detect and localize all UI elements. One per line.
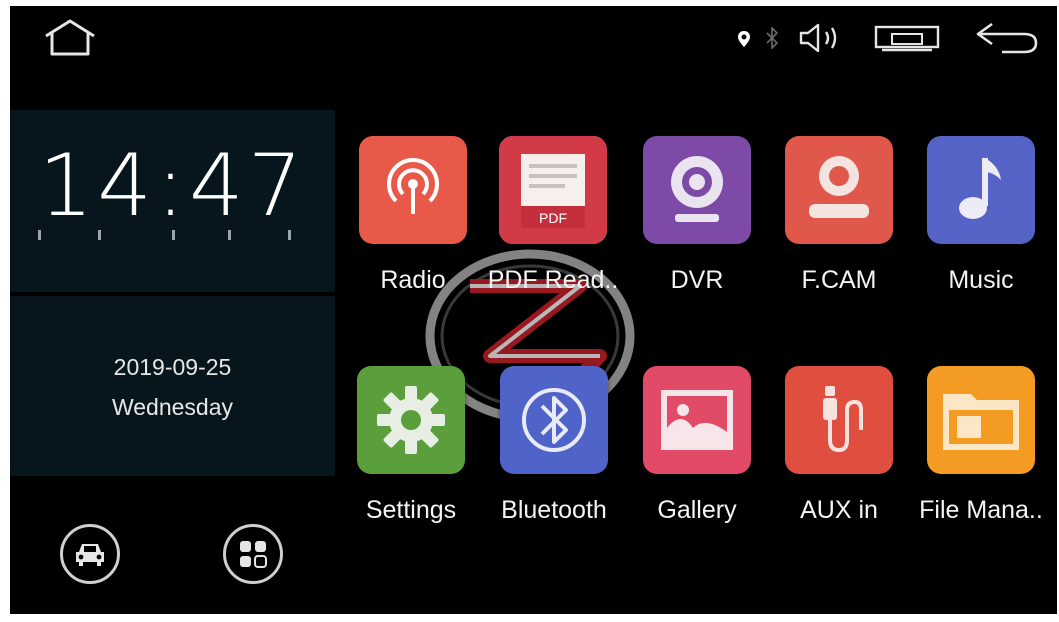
clock-widget[interactable]: 14:47 [10, 110, 335, 292]
home-icon[interactable] [42, 18, 98, 58]
bluetooth-tile[interactable] [500, 366, 608, 474]
pdf-icon: PDF [499, 136, 607, 244]
app-label: Gallery [657, 496, 737, 524]
music-tile[interactable] [927, 136, 1035, 244]
music-note-icon [927, 136, 1035, 244]
app-label: File Mana.. [919, 496, 1043, 524]
volume-icon[interactable] [798, 22, 846, 54]
app-label: Music [948, 266, 1014, 294]
app-fcam[interactable]: F.CAM [779, 136, 899, 294]
dvr-tile[interactable] [643, 136, 751, 244]
app-label: DVR [670, 266, 724, 294]
date-text: 2019-09-25 [113, 354, 232, 380]
app-pdf-reader[interactable]: PDF PDF Read.. [488, 136, 618, 294]
day-text: Wednesday [111, 394, 234, 420]
app-bluetooth[interactable]: Bluetooth [494, 366, 614, 524]
app-label: F.CAM [801, 266, 877, 294]
app-label: Bluetooth [501, 496, 607, 524]
gallery-tile[interactable] [643, 366, 751, 474]
app-label: AUX in [800, 496, 878, 524]
aux-tile[interactable] [785, 366, 893, 474]
folder-icon [927, 366, 1035, 474]
radio-tile[interactable] [359, 136, 467, 244]
apps-grid-icon[interactable] [223, 524, 283, 584]
image-icon [643, 366, 751, 474]
date-widget: 2019-09-25 Wednesday [10, 296, 335, 476]
launcher-screen: 14:47 2019-09-25 Wednesday Radio PDF PDF… [10, 6, 1057, 614]
screen-off-icon[interactable] [872, 22, 942, 54]
app-label: Radio [380, 266, 446, 294]
app-dvr[interactable]: DVR [637, 136, 757, 294]
aux-cable-icon [785, 366, 893, 474]
radio-icon [359, 136, 467, 244]
clock-time: 14:47 [38, 136, 307, 236]
app-label: Settings [365, 496, 457, 524]
bluetooth-icon [500, 366, 608, 474]
gear-icon [357, 366, 465, 474]
app-aux-in[interactable]: AUX in [779, 366, 899, 524]
file-manager-tile[interactable] [927, 366, 1035, 474]
app-label: PDF Read.. [487, 266, 619, 294]
clock-reflection [38, 230, 291, 240]
bluetooth-status-icon [762, 24, 782, 52]
location-icon [734, 28, 754, 50]
camera-icon [785, 136, 893, 244]
settings-tile[interactable] [357, 366, 465, 474]
app-music[interactable]: Music [921, 136, 1041, 294]
app-radio[interactable]: Radio [353, 136, 473, 294]
fcam-tile[interactable] [785, 136, 893, 244]
app-file-manager[interactable]: File Mana.. [919, 366, 1043, 524]
back-icon[interactable] [972, 20, 1042, 56]
webcam-icon [643, 136, 751, 244]
svg-text:PDF: PDF [539, 210, 567, 226]
pdf-tile[interactable]: PDF [499, 136, 607, 244]
app-gallery[interactable]: Gallery [637, 366, 757, 524]
car-icon[interactable] [60, 524, 120, 584]
app-settings[interactable]: Settings [351, 366, 471, 524]
